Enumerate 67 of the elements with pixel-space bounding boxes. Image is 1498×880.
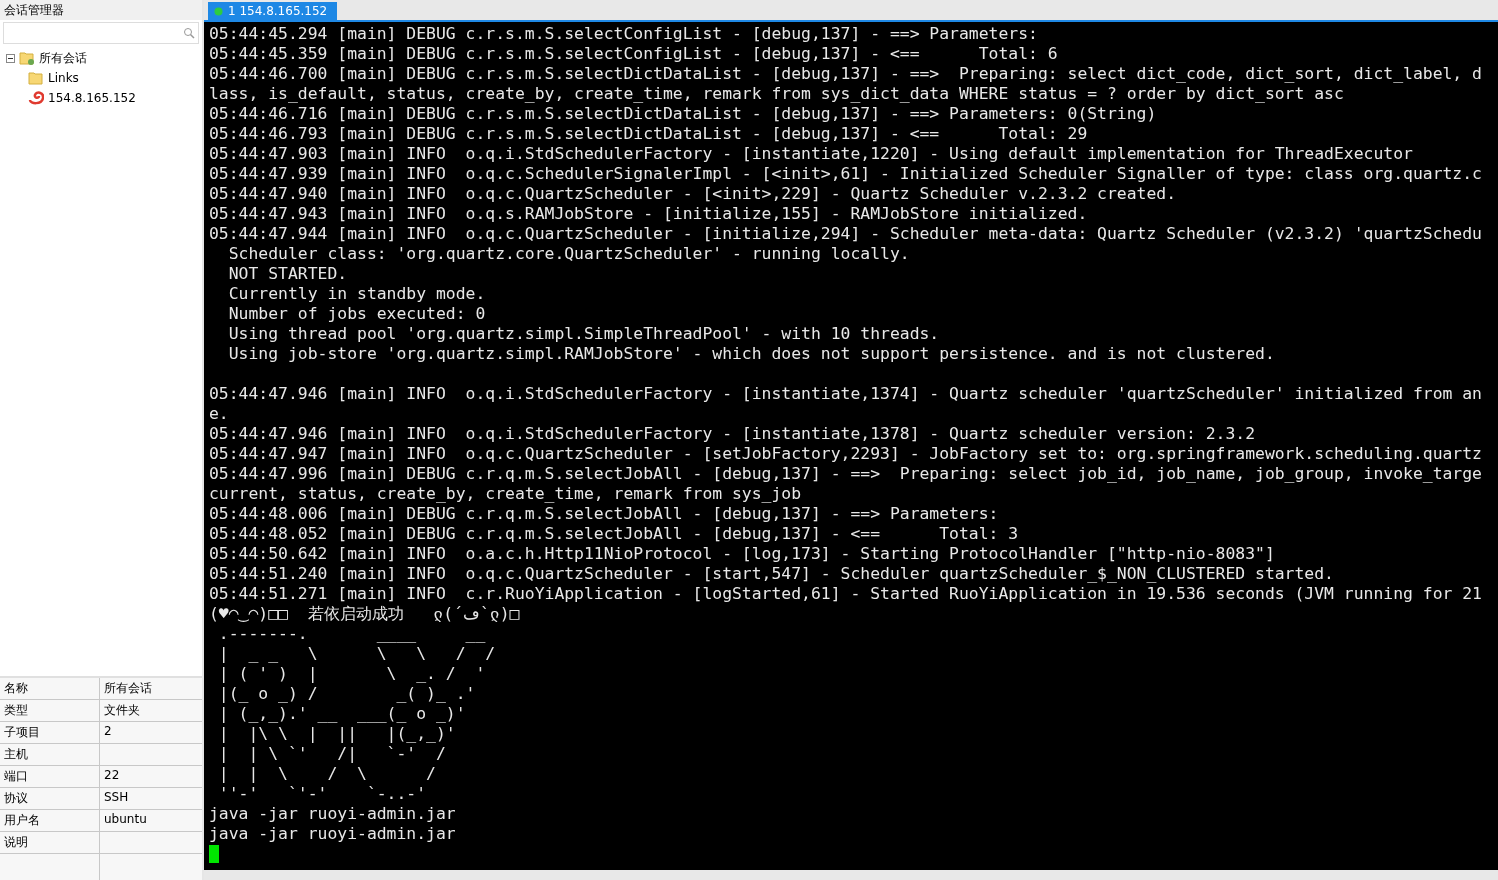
- session-tab[interactable]: 1 154.8.165.152: [208, 2, 338, 20]
- terminal-line: 05:44:47.947 [main] INFO o.q.c.QuartzScheduler - [setJobFactory,2293] - JobFactory set to: org.springframework.scheduling.quartz: [209, 444, 1483, 464]
- terminal-line: 05:44:51.271 [main] INFO c.r.RuoYiApplication - [logStarted,61] - Started RuoYiApplication in 19.536 seconds (JVM running for 21: [209, 584, 1483, 604]
- terminal-line: 05:44:47.946 [main] INFO o.q.i.StdSchedulerFactory - [instantiate,1378] - Quartz scheduler version: 2.3.2: [209, 424, 1256, 444]
- property-value: ubuntu: [103, 811, 148, 828]
- terminal-line: 05:44:46.700 [main] DEBUG c.r.s.m.S.selectDictDataList - [debug,137] - ==> Preparing: select dict_code, dict_sort, dict_label, d: [209, 64, 1483, 84]
- property-name: 协议: [0, 788, 100, 809]
- terminal-line: |(_ o _) / _( )_ .': [217, 684, 477, 704]
- search-field[interactable]: [3, 22, 199, 44]
- terminal-line: 05:44:46.793 [main] DEBUG c.r.s.m.S.selectDictDataList - [debug,137] - <== Total: 29: [209, 124, 1089, 144]
- property-value: 22: [103, 767, 121, 784]
- terminal-line: NOT STARTED.: [227, 264, 349, 284]
- session-icon: [28, 90, 44, 106]
- terminal-line: | ( ' ) | \ _. / ': [217, 664, 487, 684]
- terminal-line: 05:44:47.940 [main] INFO o.q.c.QuartzScheduler - [<init>,229] - Quartz Scheduler v.2.3.2 created.: [209, 184, 1178, 204]
- terminal-line: | _ _ \ \ \ / /: [217, 644, 497, 664]
- terminal-line: Currently in standby mode.: [227, 284, 487, 304]
- property-name: 端口: [0, 766, 100, 787]
- terminal-line: .-------. ____ __: [217, 624, 487, 644]
- property-name: 说明: [0, 832, 100, 853]
- property-name: 名称: [0, 678, 100, 699]
- terminal-line: | |\ \ | || |(_,_)': [217, 724, 457, 744]
- terminal-line: Scheduler class: 'org.quartz.core.QuartzScheduler' - running locally.: [227, 244, 911, 264]
- property-name: 主机: [0, 744, 100, 765]
- property-name: 子项目: [0, 722, 100, 743]
- property-value: 所有会话: [103, 680, 153, 697]
- property-value: 文件夹: [103, 702, 141, 719]
- terminal-line: 05:44:48.006 [main] DEBUG c.r.q.m.S.selectJobAll - [debug,137] - ==> Parameters:: [209, 504, 1000, 524]
- terminal-line: | | \ `' /| `-' /: [217, 744, 447, 764]
- terminal-line: 05:44:47.903 [main] INFO o.q.i.StdSchedulerFactory - [instantiate,1220] - Using default implementation for ThreadExecutor: [209, 144, 1414, 164]
- terminal-line: java -jar ruoyi-admin.jar: [209, 824, 457, 844]
- folder-gear-icon: [19, 50, 35, 66]
- tree-item[interactable]: 154.8.165.152: [48, 91, 136, 105]
- terminal-line: 05:44:47.944 [main] INFO o.q.c.QuartzScheduler - [initialize,294] - Scheduler meta-data: Quartz Scheduler (v2.3.2) 'quartzSchedu: [209, 224, 1483, 244]
- terminal-line: Number of jobs executed: 0: [227, 304, 487, 324]
- folder-icon: [28, 70, 44, 86]
- terminal-line: 05:44:51.240 [main] INFO o.q.c.QuartzScheduler - [start,547] - Scheduler quartzScheduler_$_NON_CLUSTERED started.: [209, 564, 1335, 584]
- terminal-line: java -jar ruoyi-admin.jar: [209, 804, 457, 824]
- terminal-line: Using job-store 'org.quartz.simpl.RAMJobStore' - which does not support persistence. and is not clustered.: [227, 344, 1276, 364]
- tree-item[interactable]: 所有会话: [39, 49, 87, 67]
- property-name: 类型: [0, 700, 100, 721]
- terminal-line: | | \ / \ /: [217, 764, 437, 784]
- terminal-line: lass, is_default, status, create_by, create_time, remark from sys_dict_data WHERE status = ? order by dict_sort asc: [209, 84, 1345, 104]
- property-value: 2: [103, 723, 113, 740]
- terminal-line: Using thread pool 'org.quartz.simpl.SimpleThreadPool' - with 10 threads.: [227, 324, 941, 344]
- tree-item[interactable]: Links: [48, 71, 79, 85]
- terminal-line: 05:44:46.716 [main] DEBUG c.r.s.m.S.selectDictDataList - [debug,137] - ==> Parameters: 0(String): [209, 104, 1158, 124]
- panel-title: 会话管理器: [4, 1, 64, 19]
- terminal-line: 05:44:47.946 [main] INFO o.q.i.StdSchedulerFactory - [instantiate,1374] - Quartz scheduler 'quartzScheduler' initialized from an: [209, 384, 1483, 404]
- property-value: SSH: [103, 789, 130, 806]
- terminal-line: e.: [209, 404, 230, 424]
- terminal-line: ''-' `'-' `-..-': [217, 784, 428, 804]
- terminal-line: | (_,_).' __ ___(_ o _)': [217, 704, 467, 724]
- terminal[interactable]: [204, 22, 1498, 870]
- terminal-line: 05:44:48.052 [main] DEBUG c.r.q.m.S.selectJobAll - [debug,137] - <== Total: 3: [209, 524, 1020, 544]
- search-icon[interactable]: [183, 27, 195, 39]
- terminal-line: 05:44:47.943 [main] INFO o.q.s.RAMJobStore - [initialize,155] - RAMJobStore initialized.: [209, 204, 1089, 224]
- terminal-line: 05:44:47.996 [main] DEBUG c.r.q.m.S.selectJobAll - [debug,137] - ==> Preparing: select job_id, job_name, job_group, invoke_targe: [209, 464, 1483, 484]
- terminal-line: 05:44:45.359 [main] DEBUG c.r.s.m.S.selectConfigList - [debug,137] - <== Total: 6: [209, 44, 1059, 64]
- property-name: 用户名: [0, 810, 100, 831]
- terminal-line: 05:44:50.642 [main] INFO o.a.c.h.Http11NioProtocol - [log,173] - Starting ProtocolHandler ["http-nio-8083"]: [209, 544, 1276, 564]
- collapse-icon[interactable]: [6, 53, 15, 63]
- terminal-line: 05:44:45.294 [main] DEBUG c.r.s.m.S.selectConfigList - [debug,137] - ==> Parameters:: [209, 24, 1039, 44]
- terminal-line: current, status, create_by, create_time, remark from sys_job: [209, 484, 803, 504]
- cursor: [209, 845, 219, 863]
- terminal-line: (♥◠‿◠)□□ 若依启动成功 ლ(´ڡ`ლ)□: [209, 604, 521, 624]
- terminal-line: 05:44:47.939 [main] INFO o.q.c.SchedulerSignalerImpl - [<init>,61] - Initialized Scheduler Signaller of type: class org.quartz.c: [209, 164, 1483, 184]
